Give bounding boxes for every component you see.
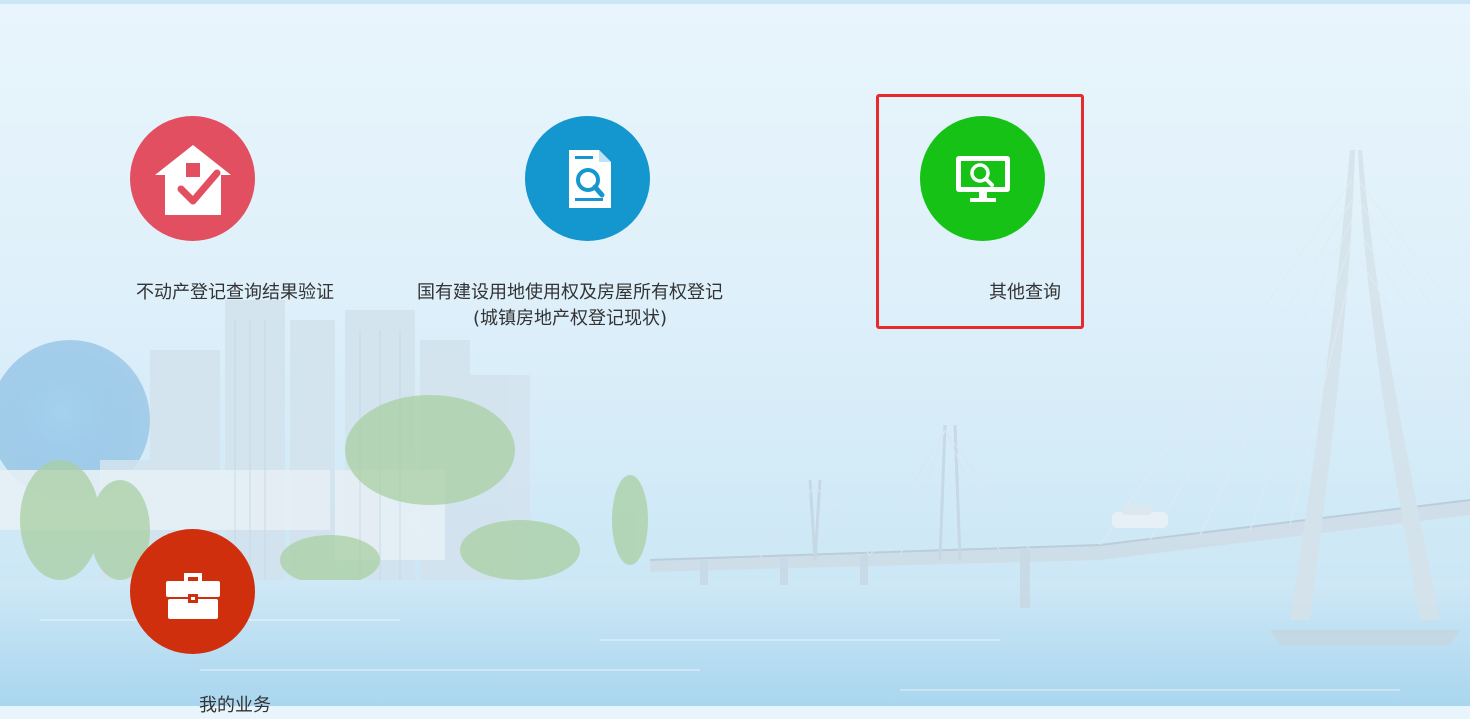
tile-label: 国有建设用地使用权及房屋所有权登记 (城镇房地产权登记现状) (417, 282, 723, 329)
house-check-icon (154, 144, 231, 215)
tile-label: 我的业务 (199, 695, 271, 716)
other-query-button[interactable] (920, 116, 1045, 241)
property-verification-button[interactable] (130, 116, 255, 241)
my-business-button[interactable] (130, 529, 255, 654)
land-ownership-button[interactable] (525, 116, 650, 241)
tile-label: 不动产登记查询结果验证 (136, 282, 334, 303)
document-search-icon (568, 149, 611, 208)
monitor-search-icon (955, 155, 1010, 202)
briefcase-icon (165, 572, 220, 619)
tile-label: 其他查询 (989, 282, 1061, 303)
